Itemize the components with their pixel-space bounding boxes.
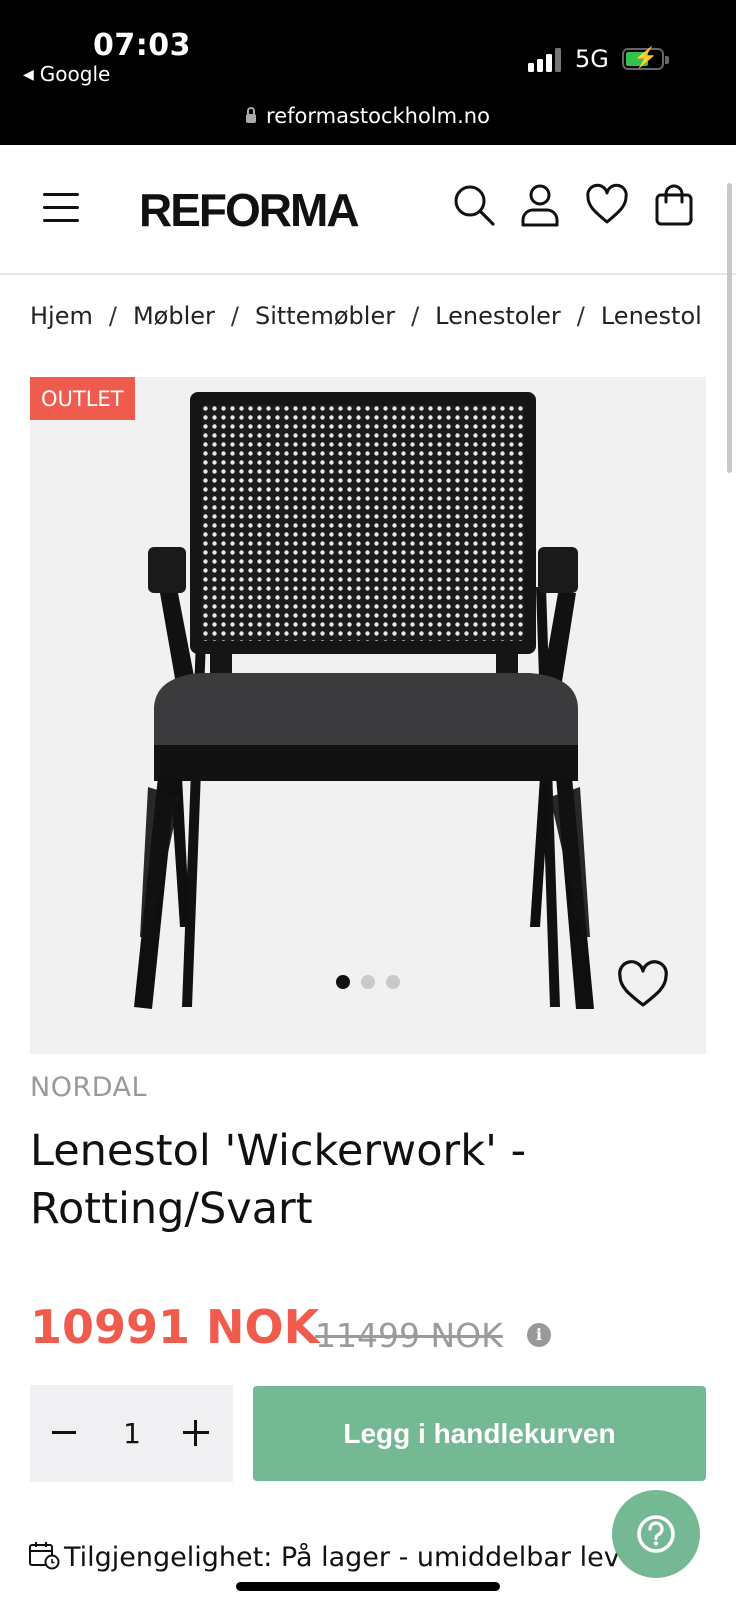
price-info-icon[interactable]: i xyxy=(527,1323,551,1347)
breadcrumb-item-mobler[interactable]: Møbler xyxy=(133,302,215,330)
product-title: Lenestol 'Wickerwork' - Rotting/Svart xyxy=(30,1122,670,1238)
calendar-clock-icon xyxy=(29,1542,60,1570)
product-brand[interactable]: NORDAL xyxy=(30,1072,147,1103)
breadcrumb-item-lenestoler[interactable]: Lenestoler xyxy=(435,302,561,330)
carousel-dots xyxy=(336,975,411,994)
back-triangle-icon: ◀ xyxy=(23,67,34,83)
menu-icon[interactable] xyxy=(43,193,79,222)
account-icon[interactable] xyxy=(518,183,562,227)
search-icon[interactable] xyxy=(452,183,496,227)
url-bar[interactable]: reformastockholm.no xyxy=(0,104,736,128)
site-logo[interactable]: REFORMA xyxy=(139,183,360,237)
lock-icon xyxy=(246,107,257,123)
network-label: 5G xyxy=(575,45,609,73)
heart-icon[interactable] xyxy=(585,183,629,227)
product-title-line-2: Rotting/Svart xyxy=(30,1184,313,1234)
product-image-carousel[interactable]: OUTLET xyxy=(30,377,706,1054)
carousel-dot-2[interactable] xyxy=(361,975,375,989)
breadcrumb-item-current: Lenestol 'Wickerwork' xyxy=(600,302,706,330)
url-text: reformastockholm.no xyxy=(266,104,490,128)
add-to-cart-button[interactable]: Legg i handlekurven xyxy=(253,1386,706,1481)
carousel-dot-3[interactable] xyxy=(386,975,400,989)
sale-price: 10991 NOK xyxy=(30,1300,320,1354)
quantity-stepper: 1 xyxy=(30,1385,233,1482)
wishlist-heart-icon[interactable] xyxy=(616,960,670,1010)
page-scrollbar[interactable] xyxy=(727,183,732,473)
availability-text: Tilgjengelighet: På lager - umiddelbar l… xyxy=(64,1542,620,1573)
question-mark-icon xyxy=(637,1515,675,1553)
quantity-decrease-button[interactable] xyxy=(52,1431,76,1434)
carousel-dot-1[interactable] xyxy=(336,975,350,989)
original-price: 11499 NOK xyxy=(315,1316,503,1355)
signal-icon xyxy=(528,48,564,72)
availability-info: Tilgjengelighet: På lager - umiddelbar l… xyxy=(28,1540,620,1573)
quantity-input[interactable]: 1 xyxy=(112,1417,152,1450)
back-app-label: Google xyxy=(39,62,111,86)
battery-icon: ⚡ xyxy=(622,47,669,70)
cart-icon[interactable] xyxy=(652,183,696,227)
breadcrumb-item-sittemobler[interactable]: Sittemøbler xyxy=(255,302,395,330)
site-header: REFORMA xyxy=(0,145,736,275)
home-indicator[interactable] xyxy=(236,1582,500,1591)
clock: 07:03 xyxy=(93,28,191,63)
outlet-badge: OUTLET xyxy=(30,377,135,420)
help-chat-button[interactable] xyxy=(612,1490,700,1578)
back-to-app-link[interactable]: ◀ Google xyxy=(23,62,110,86)
status-bar: 07:03 ◀ Google 5G ⚡ reformastockholm.no xyxy=(0,0,736,145)
breadcrumb-item-home[interactable]: Hjem xyxy=(30,302,93,330)
product-title-line-1: Lenestol 'Wickerwork' - xyxy=(30,1126,527,1176)
breadcrumb: Hjem / Møbler / Sittemøbler / Lenestoler / Lenes… xyxy=(30,302,706,330)
quantity-increase-button[interactable] xyxy=(183,1420,209,1446)
chair-image xyxy=(134,392,594,1009)
